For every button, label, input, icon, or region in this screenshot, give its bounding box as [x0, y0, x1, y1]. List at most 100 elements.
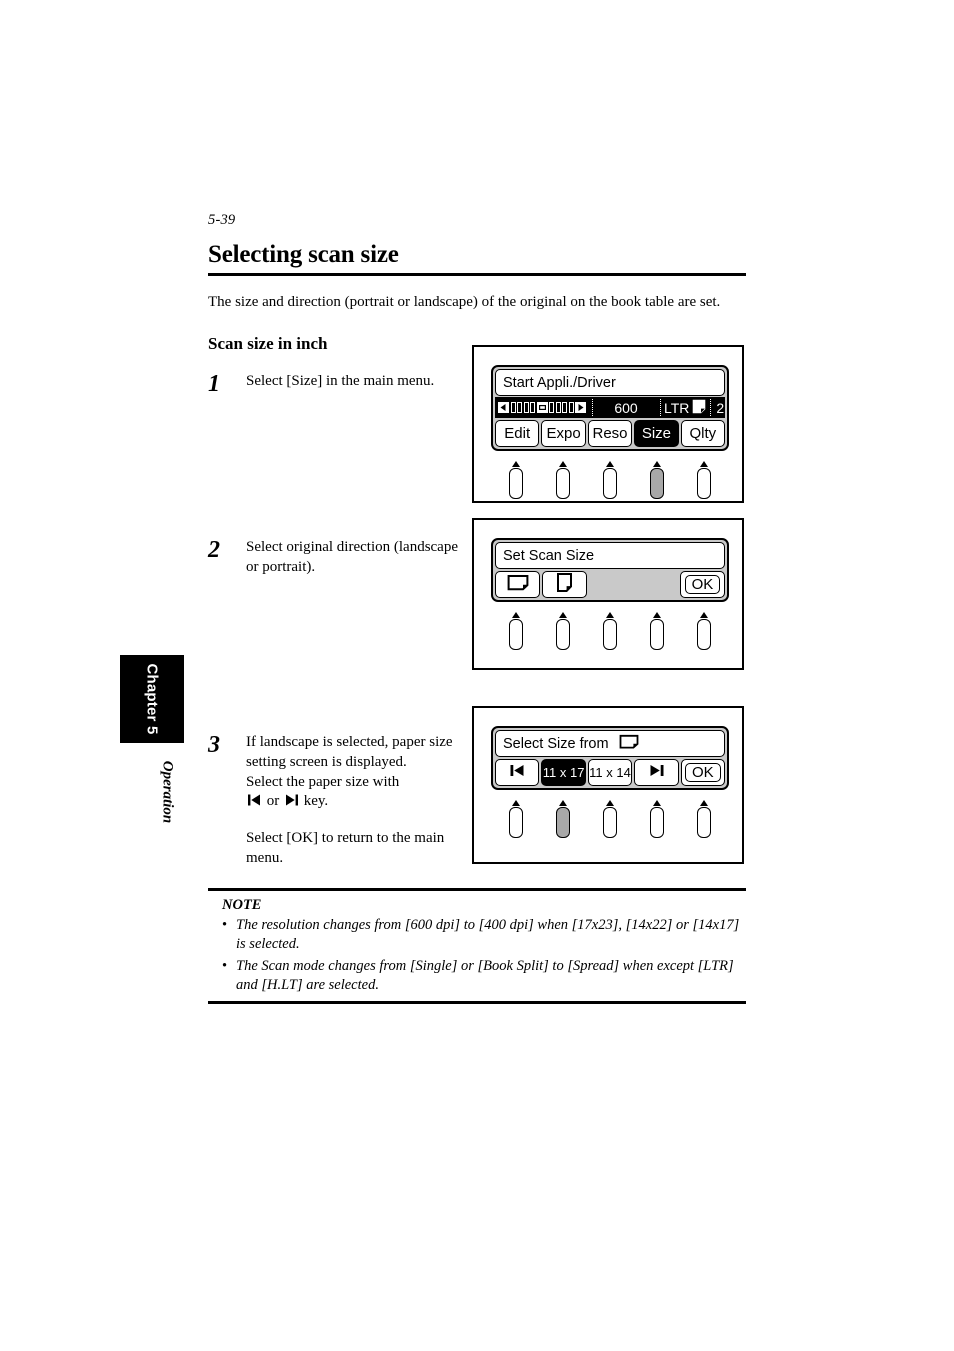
key-pointer-icon: [559, 800, 568, 806]
hardware-key-row-3: [491, 800, 729, 838]
step-3-number: 3: [208, 731, 220, 758]
key-cap[interactable]: [602, 619, 617, 650]
landscape-page-icon: [507, 574, 529, 595]
key-cap[interactable]: [556, 468, 571, 499]
hardware-key-3[interactable]: [587, 461, 634, 499]
key-cap[interactable]: [556, 619, 571, 650]
exposure-scale: [495, 397, 592, 418]
key-cap[interactable]: [696, 619, 711, 650]
lcd-button-size[interactable]: Size: [634, 420, 679, 447]
exposure-right-arrow-icon: [575, 402, 586, 413]
note-heading: NOTE: [222, 897, 262, 913]
lcd-status-bar: 600 LTR 2: [495, 397, 725, 418]
lcd-button-next[interactable]: [634, 759, 679, 786]
key-pointer-icon: [559, 612, 568, 618]
lcd-title-3: Select Size from: [495, 730, 725, 757]
exposure-tick: [562, 402, 567, 413]
hardware-key-2[interactable]: [540, 461, 587, 499]
key-cap[interactable]: [509, 619, 524, 650]
hardware-key-5[interactable]: [680, 461, 727, 499]
note-bottom-rule: [208, 1001, 746, 1005]
key-cap[interactable]: [696, 807, 711, 838]
lcd-screen-3: Select Size from 11 x 17 11 x 14 OK: [491, 726, 729, 790]
portrait-page-icon: [692, 399, 706, 417]
key-pointer-icon: [652, 461, 661, 467]
figure-panel-3: Select Size from 11 x 17 11 x 14 OK: [472, 706, 744, 864]
lcd-button-empty-2: [634, 571, 678, 598]
step-3-line-2: Select the paper size with: [246, 773, 400, 790]
exposure-tick: [568, 402, 574, 413]
hardware-key-1[interactable]: [493, 461, 540, 499]
key-cap[interactable]: [509, 468, 524, 499]
key-cap-pressed[interactable]: [556, 807, 571, 838]
step-1-body: Select [Size] in the main menu.: [246, 372, 472, 392]
exposure-center-icon: [536, 402, 548, 413]
lcd-button-prev[interactable]: [495, 759, 540, 786]
lcd-button-expo[interactable]: Expo: [541, 420, 586, 447]
step-1-text: Select [Size] in the main menu.: [246, 372, 435, 389]
key-cap-pressed[interactable]: [649, 468, 664, 499]
title-rule: [208, 272, 746, 276]
step-2-number: 2: [208, 536, 220, 563]
hardware-key-1[interactable]: [493, 800, 540, 838]
hardware-key-4[interactable]: [633, 612, 680, 650]
key-pointer-icon: [699, 612, 708, 618]
hardware-key-2[interactable]: [540, 612, 587, 650]
key-cap[interactable]: [509, 807, 524, 838]
lcd-button-row-1: Edit Expo Reso Size Qlty: [495, 420, 726, 447]
lcd-button-ok-2[interactable]: OK: [679, 571, 726, 598]
exposure-tick: [549, 402, 554, 413]
section-tab: Operation: [152, 752, 182, 832]
hardware-key-5[interactable]: [680, 800, 727, 838]
hardware-key-3[interactable]: [587, 612, 634, 650]
manual-page: Chapter 5 Operation 5-39 Selecting scan …: [0, 0, 954, 1351]
status-paper-label: LTR: [664, 399, 690, 416]
key-cap[interactable]: [602, 468, 617, 499]
step-3-text-a: If landscape is selected, paper size set…: [246, 733, 472, 815]
hardware-key-1[interactable]: [493, 612, 540, 650]
exposure-tick: [510, 402, 516, 413]
key-pointer-icon: [605, 461, 614, 467]
hardware-key-4[interactable]: [633, 461, 680, 499]
lcd-button-row-3: 11 x 17 11 x 14 OK: [495, 759, 726, 786]
note-top-rule: [208, 888, 746, 891]
status-copy-count: 2: [710, 397, 729, 418]
key-cap[interactable]: [696, 468, 711, 499]
lcd-button-reso[interactable]: Reso: [587, 420, 633, 447]
prev-arrow-icon: [247, 793, 262, 814]
hardware-key-5[interactable]: [680, 612, 727, 650]
key-pointer-icon: [512, 800, 521, 806]
figure-panel-1: Start Appli./Driver 600 LTR 2 Edit Expo …: [472, 345, 744, 503]
hardware-key-3[interactable]: [587, 800, 634, 838]
lcd-button-landscape[interactable]: [495, 571, 541, 598]
exposure-tick: [523, 402, 529, 413]
hardware-key-4[interactable]: [633, 800, 680, 838]
key-pointer-icon: [559, 461, 568, 467]
step-3-or: or: [266, 793, 280, 810]
lcd-button-qlty[interactable]: Qlty: [680, 420, 726, 447]
key-cap[interactable]: [649, 619, 664, 650]
portrait-page-icon: [556, 572, 573, 597]
lcd-title-1: Start Appli./Driver: [495, 369, 725, 396]
lcd-screen-1: Start Appli./Driver 600 LTR 2 Edit Expo …: [491, 365, 729, 451]
key-cap[interactable]: [649, 807, 664, 838]
step-3-text-b: Select [OK] to return to the main menu.: [246, 830, 445, 867]
lcd-button-edit[interactable]: Edit: [495, 420, 540, 447]
landscape-page-icon: [619, 734, 639, 753]
key-pointer-icon: [699, 800, 708, 806]
key-pointer-icon: [605, 612, 614, 618]
exposure-tick: [555, 402, 561, 413]
lcd-button-ok-3[interactable]: OK: [680, 759, 726, 786]
hardware-key-2[interactable]: [540, 800, 587, 838]
lcd-title-3-text: Select Size from: [503, 735, 609, 752]
ok-label: OK: [684, 575, 721, 594]
lcd-button-portrait[interactable]: [542, 571, 588, 598]
lcd-button-size-11x14[interactable]: 11 x 14: [587, 759, 633, 786]
ok-label: OK: [684, 763, 721, 782]
lcd-button-size-11x17[interactable]: 11 x 17: [541, 759, 586, 786]
exposure-left-arrow-icon: [498, 402, 509, 413]
hardware-key-row-1: [491, 461, 729, 499]
next-arrow-icon: [284, 793, 299, 814]
lcd-screen-2: Set Scan Size OK: [491, 538, 729, 602]
key-cap[interactable]: [602, 807, 617, 838]
